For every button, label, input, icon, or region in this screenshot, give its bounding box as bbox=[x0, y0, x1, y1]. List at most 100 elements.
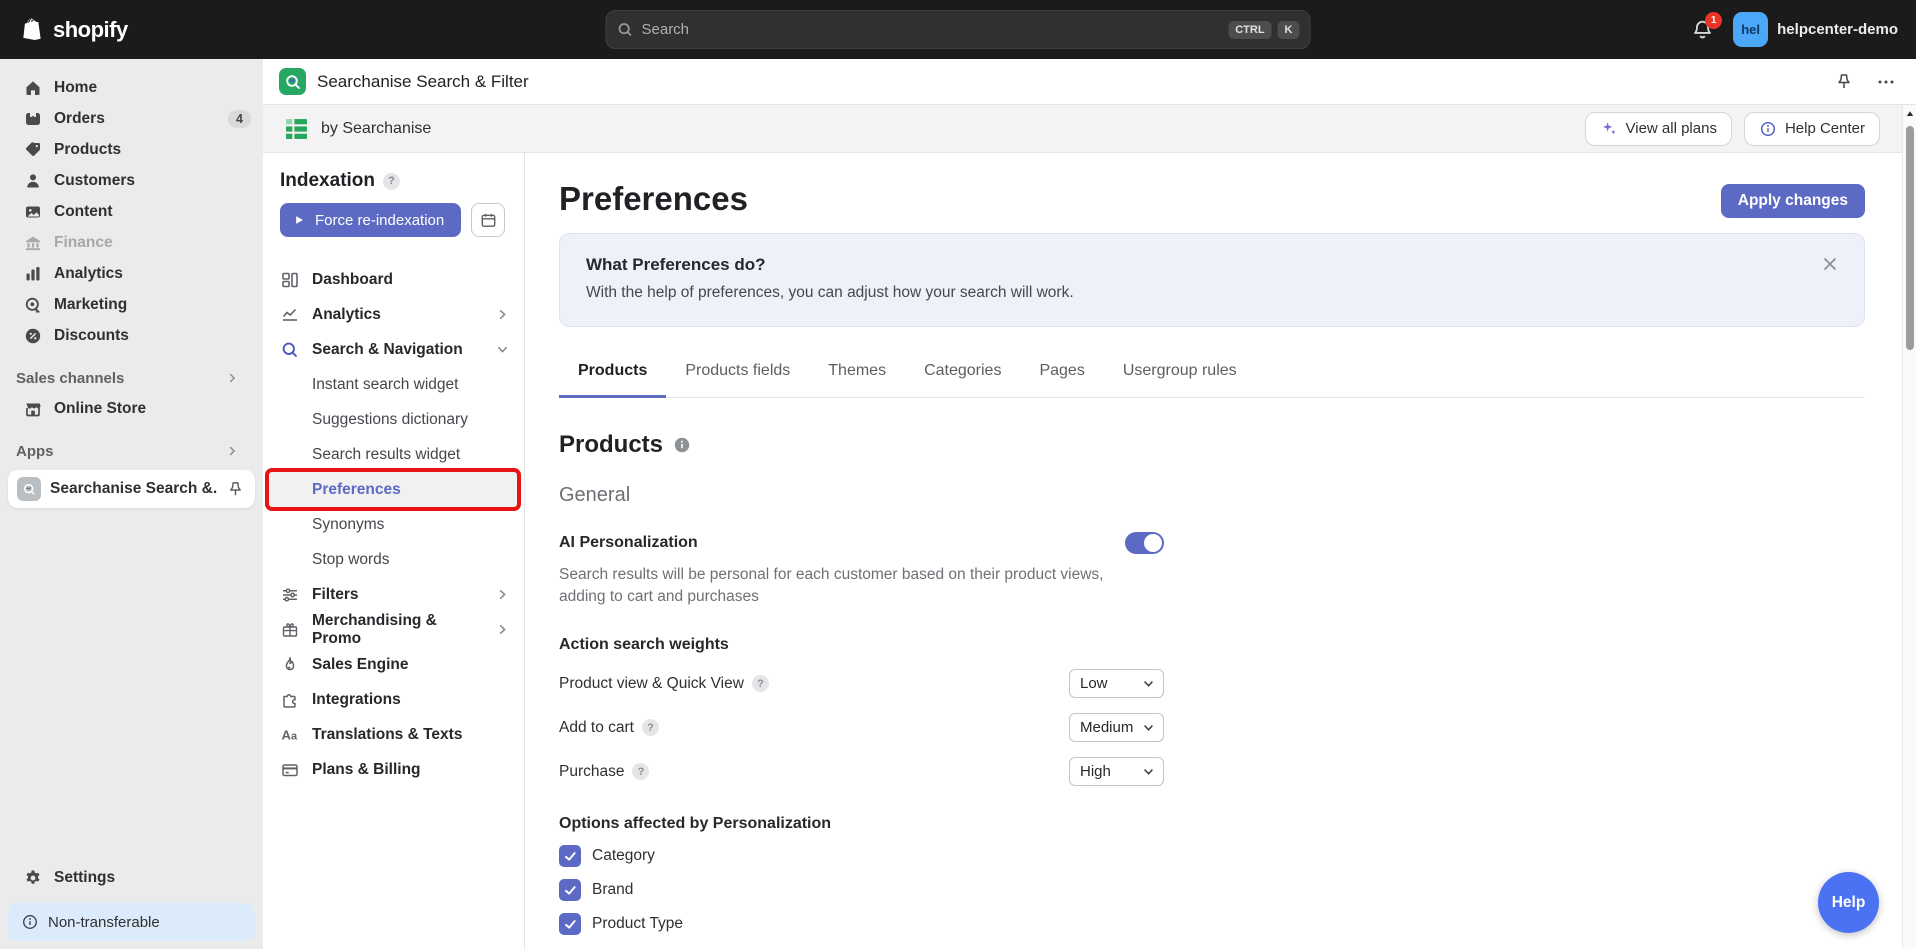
help-center-button[interactable]: Help Center bbox=[1744, 112, 1880, 146]
add-to-cart-weight-select[interactable]: Medium bbox=[1069, 713, 1164, 742]
more-menu-icon[interactable] bbox=[1876, 72, 1896, 92]
searchanise-logo-icon bbox=[279, 68, 306, 95]
gift-icon bbox=[280, 620, 300, 640]
sidebar-item-content[interactable]: Content bbox=[0, 196, 263, 227]
purchase-weight-select[interactable]: High bbox=[1069, 757, 1164, 786]
close-icon[interactable] bbox=[1820, 254, 1840, 274]
nav-item-merchandising-promo[interactable]: Merchandising & Promo bbox=[263, 612, 524, 647]
nav-item-sales-engine[interactable]: Sales Engine bbox=[263, 647, 524, 682]
tab-products-fields[interactable]: Products fields bbox=[666, 362, 809, 398]
brand-checkbox[interactable] bbox=[559, 879, 581, 901]
info-icon[interactable] bbox=[673, 436, 691, 454]
nav-item-translations-texts[interactable]: Aa Translations & Texts bbox=[263, 717, 524, 752]
sidebar-item-discounts[interactable]: Discounts bbox=[0, 320, 263, 351]
typography-icon: Aa bbox=[280, 725, 300, 745]
ai-personalization-toggle[interactable] bbox=[1125, 532, 1164, 554]
help-badge[interactable]: ? bbox=[752, 675, 769, 692]
discount-icon bbox=[23, 326, 43, 346]
chevron-right-icon bbox=[225, 371, 239, 385]
shopify-logo[interactable]: shopify bbox=[0, 16, 128, 44]
tab-categories[interactable]: Categories bbox=[905, 362, 1020, 398]
nav-item-analytics[interactable]: Analytics bbox=[263, 297, 524, 332]
nav-item-synonyms[interactable]: Synonyms bbox=[263, 507, 524, 542]
option-product-type: Product Type bbox=[559, 913, 1164, 935]
sidebar-section-sales-channels[interactable]: Sales channels bbox=[0, 363, 263, 393]
product-type-checkbox[interactable] bbox=[559, 913, 581, 935]
sidebar-item-searchanise-app[interactable]: Searchanise Search &... bbox=[8, 470, 255, 508]
sidebar-item-settings[interactable]: Settings bbox=[0, 862, 263, 893]
sidebar-section-apps[interactable]: Apps bbox=[0, 436, 263, 466]
credit-card-icon bbox=[280, 760, 300, 780]
sidebar-item-home[interactable]: Home bbox=[0, 72, 263, 103]
sidebar-item-marketing[interactable]: Marketing bbox=[0, 289, 263, 320]
nav-item-suggestions-dictionary[interactable]: Suggestions dictionary bbox=[263, 402, 524, 437]
view-all-plans-button[interactable]: View all plans bbox=[1585, 112, 1732, 146]
notifications-button[interactable]: 1 bbox=[1689, 17, 1715, 43]
nav-item-stop-words[interactable]: Stop words bbox=[263, 542, 524, 577]
tab-usergroup-rules[interactable]: Usergroup rules bbox=[1104, 362, 1256, 398]
global-search[interactable]: CTRL K bbox=[606, 10, 1311, 49]
pin-icon[interactable] bbox=[1834, 72, 1854, 92]
dashboard-icon bbox=[280, 270, 300, 290]
force-reindexation-button[interactable]: Force re-indexation bbox=[280, 203, 461, 237]
info-banner: What Preferences do? With the help of pr… bbox=[559, 233, 1865, 327]
sidebar-item-online-store[interactable]: Online Store bbox=[0, 393, 263, 424]
action-search-weights-title: Action search weights bbox=[559, 636, 1164, 654]
search-input[interactable] bbox=[642, 21, 1223, 38]
home-icon bbox=[23, 78, 43, 98]
shopify-bag-icon bbox=[20, 16, 46, 44]
sidebar-item-customers[interactable]: Customers bbox=[0, 165, 263, 196]
nav-item-preferences[interactable]: Preferences bbox=[269, 472, 517, 507]
sidebar-item-finance[interactable]: Finance bbox=[0, 227, 263, 258]
flame-icon bbox=[280, 655, 300, 675]
nav-item-plans-billing[interactable]: Plans & Billing bbox=[263, 752, 524, 787]
option-category: Category bbox=[559, 845, 1164, 867]
help-fab-button[interactable]: Help bbox=[1818, 872, 1879, 933]
scroll-up-arrow[interactable] bbox=[1906, 110, 1914, 118]
app-subheader: by Searchanise View all plans Help Cente… bbox=[263, 105, 1916, 153]
nav-item-filters[interactable]: Filters bbox=[263, 577, 524, 612]
app-byline: by Searchanise bbox=[285, 117, 431, 140]
chevron-right-icon bbox=[495, 307, 510, 322]
store-name: helpcenter-demo bbox=[1777, 21, 1898, 38]
weight-row-product-view: Product view & Quick View ? Low bbox=[559, 669, 1164, 698]
notification-count-badge: 1 bbox=[1705, 12, 1722, 29]
vertical-scrollbar[interactable] bbox=[1902, 105, 1916, 949]
scrollbar-thumb[interactable] bbox=[1906, 126, 1914, 350]
puzzle-icon bbox=[280, 690, 300, 710]
personalization-options-title: Options affected by Personalization bbox=[559, 815, 1164, 833]
main-sidebar: Home Orders 4 Products Customers Content bbox=[0, 59, 263, 949]
kbd-ctrl: CTRL bbox=[1228, 21, 1271, 39]
sidebar-item-orders[interactable]: Orders 4 bbox=[0, 103, 263, 134]
chevron-right-icon bbox=[225, 444, 239, 458]
avatar: hel bbox=[1733, 12, 1768, 47]
apply-changes-button[interactable]: Apply changes bbox=[1721, 184, 1865, 218]
ai-personalization-description: Search results will be personal for each… bbox=[559, 564, 1151, 607]
pin-icon[interactable] bbox=[226, 480, 245, 499]
sidebar-item-analytics[interactable]: Analytics bbox=[0, 258, 263, 289]
play-icon bbox=[292, 213, 306, 227]
user-menu[interactable]: hel helpcenter-demo bbox=[1733, 12, 1898, 47]
category-checkbox[interactable] bbox=[559, 845, 581, 867]
searchanise-app-icon bbox=[17, 477, 41, 501]
help-badge[interactable]: ? bbox=[383, 173, 400, 190]
help-badge[interactable]: ? bbox=[632, 763, 649, 780]
nav-item-search-results-widget[interactable]: Search results widget bbox=[263, 437, 524, 472]
nav-item-instant-search-widget[interactable]: Instant search widget bbox=[263, 367, 524, 402]
tab-pages[interactable]: Pages bbox=[1020, 362, 1103, 398]
tab-themes[interactable]: Themes bbox=[809, 362, 905, 398]
nav-item-integrations[interactable]: Integrations bbox=[263, 682, 524, 717]
help-badge[interactable]: ? bbox=[642, 719, 659, 736]
sidebar-item-products[interactable]: Products bbox=[0, 134, 263, 165]
chevron-right-icon bbox=[495, 587, 510, 602]
searchanise-list-icon bbox=[285, 117, 308, 140]
schedule-indexation-button[interactable] bbox=[471, 203, 505, 237]
product-view-weight-select[interactable]: Low bbox=[1069, 669, 1164, 698]
tab-products[interactable]: Products bbox=[559, 362, 666, 398]
chevron-down-icon bbox=[495, 342, 510, 357]
nav-item-dashboard[interactable]: Dashboard bbox=[263, 262, 524, 297]
image-icon bbox=[23, 202, 43, 222]
main-panel: Preferences Apply changes What Preferenc… bbox=[525, 153, 1916, 949]
nav-item-search-navigation[interactable]: Search & Navigation bbox=[263, 332, 524, 367]
app-nav: Indexation ? Force re-indexation bbox=[263, 153, 525, 949]
